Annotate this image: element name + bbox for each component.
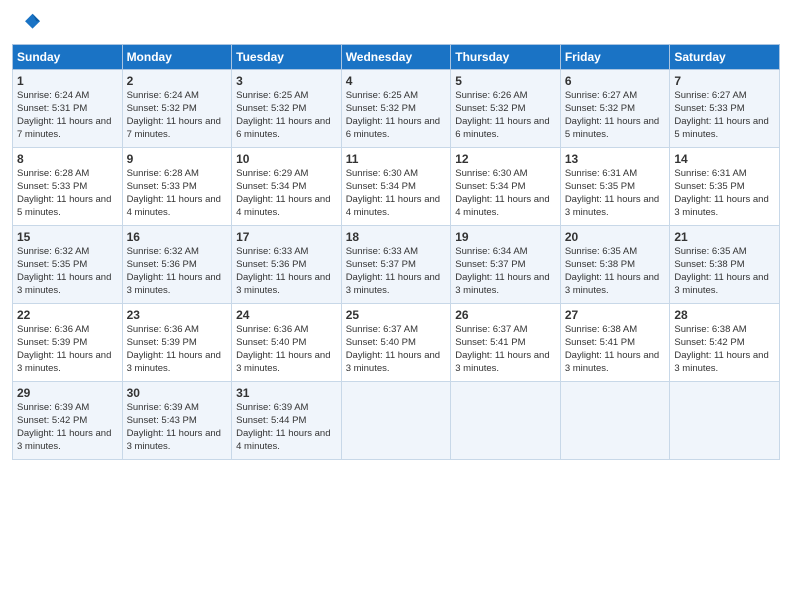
header-row: SundayMondayTuesdayWednesdayThursdayFrid… [13,45,780,70]
calendar-cell: 26Sunrise: 6:37 AMSunset: 5:41 PMDayligh… [451,304,561,382]
day-number: 29 [17,385,118,401]
calendar-cell: 30Sunrise: 6:39 AMSunset: 5:43 PMDayligh… [122,382,232,460]
day-number: 14 [674,151,775,167]
calendar-cell: 27Sunrise: 6:38 AMSunset: 5:41 PMDayligh… [560,304,670,382]
logo-icon [12,10,40,38]
calendar-cell: 7Sunrise: 6:27 AMSunset: 5:33 PMDaylight… [670,70,780,148]
calendar-cell: 22Sunrise: 6:36 AMSunset: 5:39 PMDayligh… [13,304,123,382]
day-number: 12 [455,151,556,167]
header-cell-monday: Monday [122,45,232,70]
day-number: 9 [127,151,228,167]
calendar-cell: 23Sunrise: 6:36 AMSunset: 5:39 PMDayligh… [122,304,232,382]
day-number: 3 [236,73,337,89]
calendar-cell: 21Sunrise: 6:35 AMSunset: 5:38 PMDayligh… [670,226,780,304]
calendar-cell [560,382,670,460]
calendar-cell: 1Sunrise: 6:24 AMSunset: 5:31 PMDaylight… [13,70,123,148]
day-number: 16 [127,229,228,245]
calendar-cell: 16Sunrise: 6:32 AMSunset: 5:36 PMDayligh… [122,226,232,304]
calendar-cell [451,382,561,460]
day-number: 24 [236,307,337,323]
calendar-cell: 9Sunrise: 6:28 AMSunset: 5:33 PMDaylight… [122,148,232,226]
day-number: 23 [127,307,228,323]
calendar-cell: 20Sunrise: 6:35 AMSunset: 5:38 PMDayligh… [560,226,670,304]
day-number: 8 [17,151,118,167]
header-cell-friday: Friday [560,45,670,70]
calendar-cell: 25Sunrise: 6:37 AMSunset: 5:40 PMDayligh… [341,304,451,382]
day-number: 6 [565,73,666,89]
calendar-cell: 13Sunrise: 6:31 AMSunset: 5:35 PMDayligh… [560,148,670,226]
calendar-cell: 12Sunrise: 6:30 AMSunset: 5:34 PMDayligh… [451,148,561,226]
calendar-cell: 2Sunrise: 6:24 AMSunset: 5:32 PMDaylight… [122,70,232,148]
day-number: 4 [346,73,447,89]
day-number: 21 [674,229,775,245]
day-number: 5 [455,73,556,89]
day-number: 20 [565,229,666,245]
calendar-cell: 10Sunrise: 6:29 AMSunset: 5:34 PMDayligh… [232,148,342,226]
calendar-cell: 31Sunrise: 6:39 AMSunset: 5:44 PMDayligh… [232,382,342,460]
calendar-cell: 5Sunrise: 6:26 AMSunset: 5:32 PMDaylight… [451,70,561,148]
calendar-cell: 11Sunrise: 6:30 AMSunset: 5:34 PMDayligh… [341,148,451,226]
calendar-cell: 4Sunrise: 6:25 AMSunset: 5:32 PMDaylight… [341,70,451,148]
day-number: 7 [674,73,775,89]
calendar-cell: 24Sunrise: 6:36 AMSunset: 5:40 PMDayligh… [232,304,342,382]
week-row-5: 29Sunrise: 6:39 AMSunset: 5:42 PMDayligh… [13,382,780,460]
calendar-cell: 17Sunrise: 6:33 AMSunset: 5:36 PMDayligh… [232,226,342,304]
day-number: 2 [127,73,228,89]
header-cell-sunday: Sunday [13,45,123,70]
header-cell-thursday: Thursday [451,45,561,70]
week-row-2: 8Sunrise: 6:28 AMSunset: 5:33 PMDaylight… [13,148,780,226]
header-cell-tuesday: Tuesday [232,45,342,70]
calendar-cell: 15Sunrise: 6:32 AMSunset: 5:35 PMDayligh… [13,226,123,304]
week-row-4: 22Sunrise: 6:36 AMSunset: 5:39 PMDayligh… [13,304,780,382]
day-number: 28 [674,307,775,323]
header [12,10,780,38]
calendar-table: SundayMondayTuesdayWednesdayThursdayFrid… [12,44,780,460]
page-container: SundayMondayTuesdayWednesdayThursdayFrid… [0,0,792,468]
day-number: 31 [236,385,337,401]
calendar-body: 1Sunrise: 6:24 AMSunset: 5:31 PMDaylight… [13,70,780,460]
calendar-cell [670,382,780,460]
logo [12,10,44,38]
calendar-cell: 29Sunrise: 6:39 AMSunset: 5:42 PMDayligh… [13,382,123,460]
week-row-1: 1Sunrise: 6:24 AMSunset: 5:31 PMDaylight… [13,70,780,148]
calendar-cell: 8Sunrise: 6:28 AMSunset: 5:33 PMDaylight… [13,148,123,226]
calendar-cell: 3Sunrise: 6:25 AMSunset: 5:32 PMDaylight… [232,70,342,148]
day-number: 22 [17,307,118,323]
day-number: 25 [346,307,447,323]
calendar-header: SundayMondayTuesdayWednesdayThursdayFrid… [13,45,780,70]
header-cell-saturday: Saturday [670,45,780,70]
day-number: 15 [17,229,118,245]
day-number: 11 [346,151,447,167]
day-number: 19 [455,229,556,245]
calendar-cell [341,382,451,460]
day-number: 10 [236,151,337,167]
week-row-3: 15Sunrise: 6:32 AMSunset: 5:35 PMDayligh… [13,226,780,304]
day-number: 13 [565,151,666,167]
day-number: 1 [17,73,118,89]
calendar-cell: 19Sunrise: 6:34 AMSunset: 5:37 PMDayligh… [451,226,561,304]
day-number: 30 [127,385,228,401]
header-cell-wednesday: Wednesday [341,45,451,70]
day-number: 27 [565,307,666,323]
day-number: 18 [346,229,447,245]
day-number: 26 [455,307,556,323]
calendar-cell: 18Sunrise: 6:33 AMSunset: 5:37 PMDayligh… [341,226,451,304]
day-number: 17 [236,229,337,245]
calendar-cell: 28Sunrise: 6:38 AMSunset: 5:42 PMDayligh… [670,304,780,382]
calendar-cell: 14Sunrise: 6:31 AMSunset: 5:35 PMDayligh… [670,148,780,226]
calendar-cell: 6Sunrise: 6:27 AMSunset: 5:32 PMDaylight… [560,70,670,148]
